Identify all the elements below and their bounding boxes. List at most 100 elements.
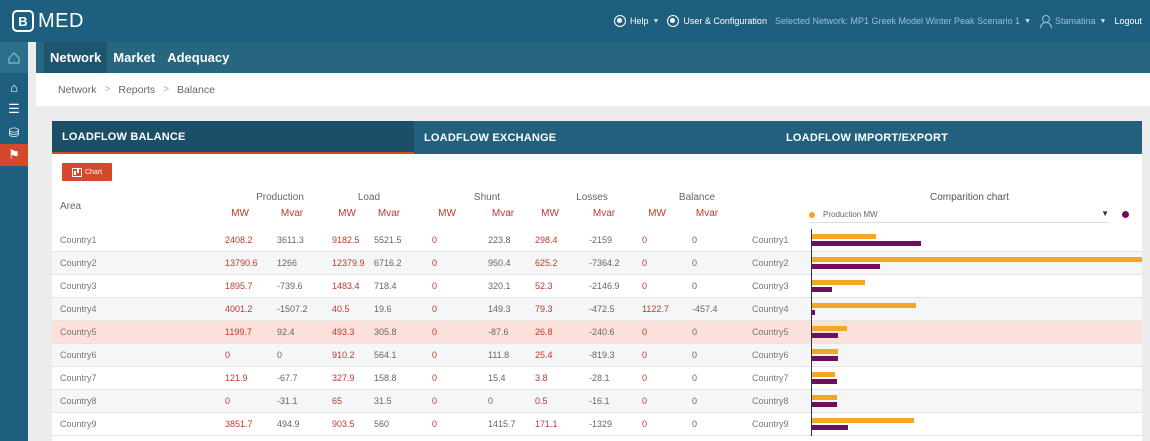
value-cell: 2408.2 [225, 235, 253, 245]
value-cell: 0 [432, 419, 438, 429]
chart-bar-purple [812, 287, 832, 292]
area-cell: Country8 [60, 396, 97, 406]
value-cell: 0 [692, 419, 698, 429]
value-cell: 0.5 [535, 396, 548, 406]
tab-market[interactable]: Market [107, 42, 161, 73]
comparison-chart-title: Comparition chart [930, 192, 1009, 203]
value-cell: 0 [692, 327, 698, 337]
selected-network-menu[interactable]: Selected Network: MP1 Greek Model Winter… [775, 16, 1031, 26]
home-button[interactable] [0, 42, 28, 73]
tab-loadflow-import-export[interactable]: LOADFLOW IMPORT/EXPORT [776, 121, 1142, 154]
sidebar-network[interactable]: ⌂ [0, 76, 28, 98]
chevron-right-icon: > [163, 84, 169, 95]
table-row[interactable]: Country2 13790.6 1266 12379.9 6716.2 0 950.4 62… [52, 252, 1142, 275]
value-cell: 0 [692, 235, 698, 245]
area-cell: Country4 [60, 304, 97, 314]
user-menu[interactable]: Stamatina ▼ [1039, 15, 1106, 28]
chart-country-label: Country9 [752, 419, 789, 429]
help-icon [613, 15, 626, 27]
value-cell: 4001.2 [225, 304, 253, 314]
chart-button[interactable]: Chart [62, 163, 112, 181]
chart-bar-orange [812, 372, 835, 377]
table-row[interactable]: Country3 1895.7 -739.6 1483.4 718.4 0 320.1 52.… [52, 275, 1142, 298]
chart-country-label: Country2 [752, 258, 789, 268]
bar-chart-icon [71, 167, 82, 177]
value-cell: -472.5 [589, 304, 615, 314]
user-icon [1039, 15, 1052, 28]
value-cell: 0 [642, 281, 648, 291]
value-cell: 0 [642, 396, 648, 406]
value-cell: 0 [692, 373, 698, 383]
logout-button[interactable]: Logout [1114, 16, 1142, 26]
metric-select[interactable]: Production MW ▼ [809, 207, 1109, 223]
chart-button-label: Chart [84, 168, 103, 176]
table-row[interactable]: Country1 2408.2 3611.3 9182.5 5521.5 0 223.8 29… [52, 229, 1142, 252]
report-tabs: LOADFLOW BALANCE LOADFLOW EXCHANGE LOADF… [52, 121, 1142, 154]
table-row[interactable]: Country7 121.9 -67.7 327.9 158.8 0 15.4 3.8 -28.… [52, 367, 1142, 390]
table-row[interactable]: Country4 4001.2 -1507.2 40.5 19.6 0 149.3 79.3 -… [52, 298, 1142, 321]
value-cell: 494.9 [277, 419, 300, 429]
sidebar-reports[interactable]: ⚑ [0, 144, 28, 166]
value-cell: 3611.3 [277, 235, 304, 245]
sidebar-database[interactable]: ⛁ [0, 122, 28, 144]
value-cell: 223.8 [488, 235, 511, 245]
value-cell: 0 [277, 350, 283, 360]
chart-bar-orange [812, 257, 1142, 262]
database-icon: ⛁ [8, 125, 20, 140]
value-cell: 13790.6 [225, 258, 258, 268]
value-cell: -1329 [589, 419, 613, 429]
tab-adequacy[interactable]: Adequacy [161, 42, 235, 73]
chart-bar-orange [812, 280, 865, 285]
sidebar: ⌂ ☰ ⛁ ⚑ [0, 42, 28, 441]
chart-bar-purple [812, 310, 815, 315]
value-cell: -28.1 [589, 373, 610, 383]
table-row[interactable]: Country9 3851.7 494.9 903.5 560 0 1415.7 171.1 -… [52, 413, 1142, 436]
chart-bar-purple [812, 356, 838, 361]
purple-series-dot [1122, 211, 1129, 218]
value-cell: 52.3 [535, 281, 553, 291]
chart-bar-purple [812, 241, 921, 246]
area-header: Area [60, 201, 82, 212]
value-cell: -739.6 [277, 281, 303, 291]
tab-loadflow-balance[interactable]: LOADFLOW BALANCE [52, 121, 414, 154]
chart-bar-orange [812, 303, 916, 308]
unit-header: Mvar [695, 208, 719, 219]
area-cell: Country9 [60, 419, 97, 429]
chart-bar-orange [812, 395, 837, 400]
logo-text: MED [38, 9, 84, 32]
value-cell: 560 [374, 419, 390, 429]
value-cell: -240.6 [589, 327, 615, 337]
value-cell: -67.7 [277, 373, 298, 383]
value-cell: 15.4 [488, 373, 506, 383]
value-cell: 0 [642, 258, 648, 268]
unit-header: Mvar [280, 208, 304, 219]
tab-network[interactable]: Network [44, 42, 108, 73]
area-cell: Country6 [60, 350, 97, 360]
value-cell: 158.8 [374, 373, 397, 383]
chart-bar-orange [812, 418, 914, 423]
value-cell: 65 [332, 396, 343, 406]
sidebar-list[interactable]: ☰ [0, 98, 28, 120]
breadcrumb-reports[interactable]: Reports [118, 84, 155, 96]
app-logo[interactable]: B MED [12, 8, 84, 34]
value-cell: -31.1 [277, 396, 298, 406]
table-row[interactable]: Country6 0 0 910.2 564.1 0 111.8 25.4 -819.3 0 0 Co… [52, 344, 1142, 367]
value-cell: 1199.7 [225, 327, 252, 337]
breadcrumb-network[interactable]: Network [58, 84, 97, 96]
chart-country-label: Country5 [752, 327, 789, 337]
chevron-right-icon: > [104, 84, 111, 95]
chart-bar-purple [812, 379, 837, 384]
unit-header: MW [648, 208, 666, 219]
value-cell: 903.5 [332, 419, 355, 429]
chart-country-label: Country8 [752, 396, 789, 406]
table-row[interactable]: Country8 0 -31.1 65 31.5 0 0 0.5 -16.1 0 0 Country8 [52, 390, 1142, 413]
table-row[interactable]: Country5 1199.7 92.4 493.3 305.8 0 -87.6 26.8 -2… [52, 321, 1142, 344]
value-cell: 19.6 [374, 304, 392, 314]
tab-loadflow-exchange[interactable]: LOADFLOW EXCHANGE [414, 121, 776, 154]
user-config-menu[interactable]: User & Configuration [667, 15, 767, 27]
value-cell: 40.5 [332, 304, 350, 314]
value-cell: 0 [642, 327, 648, 337]
user-config-label: User & Configuration [683, 16, 767, 26]
value-cell: -457.4 [692, 304, 718, 314]
help-menu[interactable]: Help ▼ [613, 15, 659, 27]
